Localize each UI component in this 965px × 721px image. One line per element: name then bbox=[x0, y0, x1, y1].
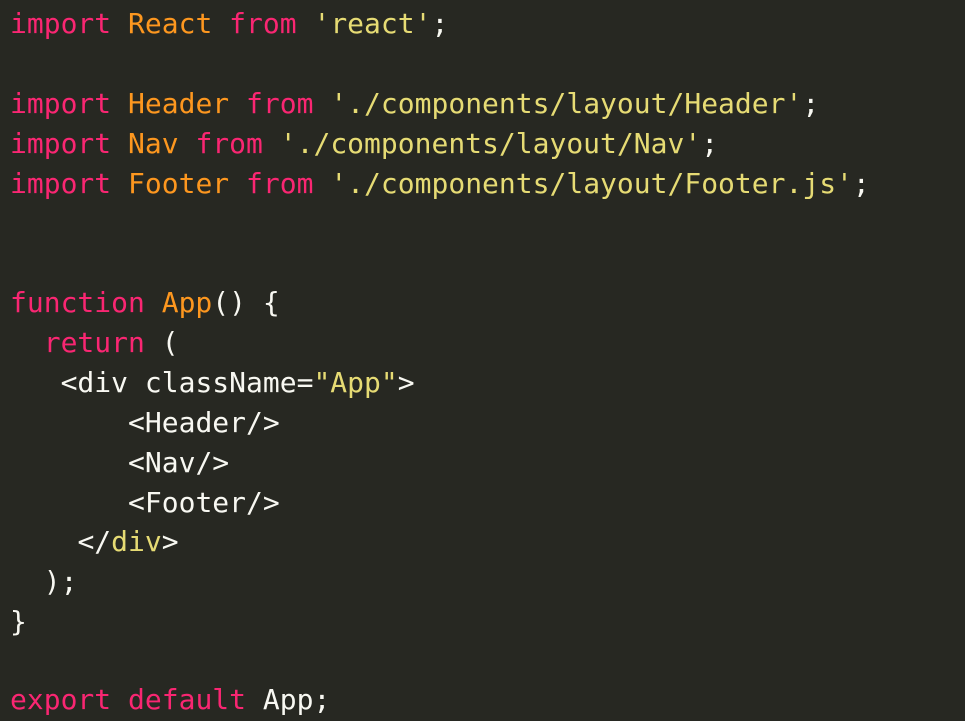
code-line-function-app: function App() { bbox=[10, 283, 280, 323]
keyword-function: function bbox=[10, 286, 145, 319]
code-line-footer-tag: <Footer/> bbox=[10, 483, 280, 523]
code-line-div-open: <div className="App"> bbox=[10, 363, 415, 403]
identifier-footer: Footer bbox=[128, 167, 230, 200]
code-line-nav-tag: <Nav/> bbox=[10, 443, 229, 483]
jsx-close-end: > bbox=[161, 525, 179, 558]
code-line-return: return ( bbox=[10, 323, 179, 363]
keyword-import: import bbox=[10, 7, 112, 40]
code-line-import-react: import React from 'react'; bbox=[10, 4, 448, 44]
keyword-default: default bbox=[128, 683, 247, 716]
module-string: './components/layout/Header' bbox=[330, 87, 803, 120]
keyword-import: import bbox=[10, 127, 112, 160]
keyword-from: from bbox=[229, 7, 297, 40]
module-string: './components/layout/Nav' bbox=[279, 127, 702, 160]
semicolon: ; bbox=[431, 7, 449, 40]
identifier-react: React bbox=[128, 7, 213, 40]
code-editor[interactable]: import React from 'react'; import Header… bbox=[0, 0, 965, 721]
jsx-attribute-value: "App" bbox=[313, 366, 398, 399]
semicolon: ; bbox=[313, 683, 331, 716]
jsx-footer-tag: <Footer/> bbox=[128, 486, 280, 519]
code-line-import-nav: import Nav from './components/layout/Nav… bbox=[10, 124, 718, 164]
code-line-close-brace: } bbox=[10, 602, 27, 642]
identifier-app: App bbox=[262, 683, 314, 716]
semicolon: ; bbox=[852, 167, 870, 200]
code-line-export: export default App; bbox=[10, 680, 330, 720]
code-line-header-tag: <Header/> bbox=[10, 403, 280, 443]
keyword-from: from bbox=[246, 167, 314, 200]
module-string: './components/layout/Footer.js' bbox=[330, 167, 853, 200]
parens: () bbox=[212, 286, 247, 319]
close-paren: ); bbox=[43, 565, 78, 598]
jsx-nav-tag: <Nav/> bbox=[128, 446, 230, 479]
keyword-import: import bbox=[10, 167, 112, 200]
identifier-nav: Nav bbox=[128, 127, 179, 160]
keyword-from: from bbox=[246, 87, 314, 120]
code-line-close-paren: ); bbox=[10, 562, 78, 602]
open-brace: { bbox=[246, 286, 280, 319]
jsx-attribute: className= bbox=[144, 366, 314, 399]
identifier-header: Header bbox=[128, 87, 230, 120]
keyword-export: export bbox=[10, 683, 112, 716]
keyword-from: from bbox=[195, 127, 263, 160]
jsx-open-tag: <div bbox=[60, 366, 145, 399]
semicolon: ; bbox=[802, 87, 820, 120]
code-line-import-footer: import Footer from './components/layout/… bbox=[10, 164, 870, 204]
jsx-close-open: </ bbox=[77, 525, 112, 558]
jsx-header-tag: <Header/> bbox=[128, 406, 280, 439]
keyword-return: return bbox=[43, 326, 145, 359]
code-line-import-header: import Header from './components/layout/… bbox=[10, 84, 819, 124]
code-line-div-close: </div> bbox=[10, 522, 179, 562]
semicolon: ; bbox=[701, 127, 719, 160]
jsx-tag-close: > bbox=[397, 366, 415, 399]
module-string: 'react' bbox=[313, 7, 432, 40]
identifier-app: App bbox=[161, 286, 213, 319]
keyword-import: import bbox=[10, 87, 112, 120]
jsx-close-name: div bbox=[111, 525, 162, 558]
open-paren: ( bbox=[144, 326, 179, 359]
close-brace: } bbox=[10, 605, 27, 638]
